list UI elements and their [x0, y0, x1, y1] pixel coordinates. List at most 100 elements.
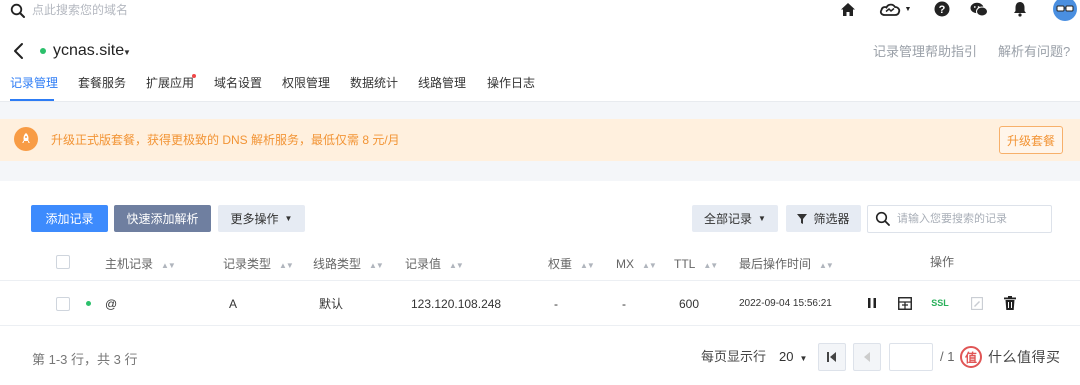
- per-page-select[interactable]: 20 ▼: [779, 349, 807, 367]
- col-type-label: 记录类型: [223, 257, 272, 271]
- col-type[interactable]: 记录类型 ▲▼: [223, 257, 294, 273]
- ssl-button[interactable]: SSL: [930, 295, 950, 311]
- domain-header: ycnas.site ▼ 记录管理帮助指引 解析有问题? 记录管理 套餐服务 扩…: [0, 22, 1080, 102]
- record-search-input[interactable]: [897, 211, 1047, 227]
- cloud-menu[interactable]: ▼: [877, 0, 913, 18]
- pause-icon[interactable]: [866, 295, 878, 311]
- quick-add-button[interactable]: 快速添加解析: [114, 205, 211, 232]
- filter-icon: [797, 213, 808, 224]
- all-records-dropdown[interactable]: 全部记录 ▼: [692, 205, 778, 232]
- avatar[interactable]: [1052, 0, 1078, 22]
- col-ttl-label: TTL: [674, 257, 696, 271]
- back-arrow-icon[interactable]: [12, 42, 26, 60]
- resolve-issue-link[interactable]: 解析有问题?: [998, 44, 1070, 60]
- upgrade-banner: 升级正式版套餐，获得更极致的 DNS 解析服务，最低仅需 8 元/月 升级套餐: [0, 119, 1080, 161]
- sort-icon: ▲▼: [449, 261, 464, 270]
- col-last-op[interactable]: 最后操作时间 ▲▼: [739, 257, 834, 273]
- domain-switch-caret-icon[interactable]: ▼: [123, 48, 131, 57]
- cell-value[interactable]: 123.120.108.248: [411, 297, 501, 311]
- sort-icon: ▲▼: [703, 261, 718, 270]
- domain-name[interactable]: ycnas.site: [53, 42, 124, 60]
- active-tab-indicator: [10, 99, 54, 101]
- select-all-checkbox[interactable]: [56, 255, 70, 269]
- table-header: 主机记录 ▲▼ 记录类型 ▲▼ 线路类型 ▲▼ 记录值 ▲▼ 权重 ▲▼ MX ▲▼ TTL…: [0, 245, 1080, 281]
- col-last-op-label: 最后操作时间: [739, 257, 812, 271]
- help-guide-link[interactable]: 记录管理帮助指引: [873, 44, 977, 60]
- tab-domain-settings[interactable]: 域名设置: [214, 76, 262, 90]
- tab-line-management[interactable]: 线路管理: [418, 76, 466, 90]
- domain-search-input[interactable]: 点此搜索您的域名: [32, 3, 128, 17]
- col-actions: 操作: [930, 255, 955, 269]
- col-line[interactable]: 线路类型 ▲▼: [313, 257, 384, 273]
- edit-disabled-icon: [970, 295, 984, 311]
- home-icon[interactable]: [838, 0, 858, 18]
- prev-page-icon: [864, 352, 870, 362]
- chevron-down-icon: ▼: [284, 214, 293, 223]
- upgrade-plan-button[interactable]: 升级套餐: [999, 126, 1063, 154]
- col-line-label: 线路类型: [313, 257, 362, 271]
- col-value[interactable]: 记录值 ▲▼: [405, 257, 464, 273]
- more-actions-button[interactable]: 更多操作 ▼: [218, 205, 305, 232]
- search-icon[interactable]: [10, 3, 26, 19]
- page-number-input[interactable]: [889, 343, 933, 371]
- col-mx-label: MX: [616, 257, 634, 271]
- cell-line[interactable]: 默认: [319, 297, 343, 311]
- records-panel: 添加记录 快速添加解析 更多操作 ▼ 全部记录 ▼ 筛选器 主机记录 ▲▼ 记录类型 ▲…: [0, 181, 1080, 385]
- first-page-icon: [827, 352, 836, 362]
- per-page-label: 每页显示行: [701, 349, 767, 364]
- sort-icon: ▲▼: [161, 261, 176, 270]
- cell-type[interactable]: A: [229, 297, 237, 311]
- cell-host[interactable]: @: [105, 297, 117, 311]
- col-host[interactable]: 主机记录 ▲▼: [105, 257, 176, 273]
- sort-icon: ▲▼: [819, 261, 834, 270]
- svg-text:?: ?: [939, 4, 946, 16]
- watermark-text: 什么值得买: [988, 349, 1061, 365]
- tab-operation-log[interactable]: 操作日志: [487, 76, 535, 90]
- cloud-icon: [879, 3, 900, 16]
- tab-record-management[interactable]: 记录管理: [10, 76, 58, 90]
- chevron-down-icon: ▼: [758, 214, 766, 223]
- wechat-icon[interactable]: [969, 0, 989, 18]
- sort-icon: ▲▼: [580, 261, 595, 270]
- watermark: 值 什么值得买: [960, 345, 1076, 369]
- top-bar: 点此搜索您的域名 ▼ ?: [0, 0, 1080, 22]
- per-page-value: 20: [779, 349, 794, 364]
- col-weight-label: 权重: [548, 257, 573, 271]
- first-page-button[interactable]: [818, 343, 846, 371]
- record-search-box: [867, 205, 1052, 233]
- table-row: @ A 默认 123.120.108.248 - - 600 2022-09-0…: [0, 282, 1080, 326]
- watermark-logo-icon: 值: [960, 346, 982, 368]
- col-weight[interactable]: 权重 ▲▼: [548, 257, 595, 273]
- row-checkbox[interactable]: [56, 297, 70, 311]
- col-ttl[interactable]: TTL ▲▼: [674, 257, 718, 273]
- chevron-down-icon: ▼: [904, 5, 912, 13]
- extensions-new-badge: [192, 74, 196, 78]
- delete-icon[interactable]: [1003, 295, 1017, 311]
- prev-page-button[interactable]: [853, 343, 881, 371]
- total-pages: / 1: [940, 349, 955, 364]
- more-actions-label: 更多操作: [230, 212, 279, 226]
- bell-icon[interactable]: [1011, 0, 1029, 18]
- tab-permissions[interactable]: 权限管理: [282, 76, 330, 90]
- cell-weight: -: [554, 297, 558, 311]
- sort-icon: ▲▼: [369, 261, 384, 270]
- all-records-label: 全部记录: [704, 212, 753, 226]
- col-value-label: 记录值: [405, 257, 442, 271]
- rocket-icon: [14, 127, 38, 151]
- domain-status-dot: [40, 48, 46, 54]
- tab-extensions[interactable]: 扩展应用: [146, 76, 194, 90]
- filter-button[interactable]: 筛选器: [786, 205, 861, 232]
- chevron-down-icon: ▼: [799, 354, 808, 363]
- help-icon[interactable]: ?: [933, 0, 951, 18]
- record-enabled-dot: [86, 301, 91, 306]
- pagination-summary: 第 1-3 行，共 3 行: [32, 352, 138, 367]
- col-mx[interactable]: MX ▲▼: [616, 257, 657, 273]
- cell-mx: -: [622, 297, 626, 311]
- tab-statistics[interactable]: 数据统计: [350, 76, 398, 90]
- col-host-label: 主机记录: [105, 257, 154, 271]
- add-record-button[interactable]: 添加记录: [31, 205, 108, 232]
- cell-last-op: 2022-09-04 15:56:21: [739, 298, 832, 309]
- remark-icon[interactable]: [897, 295, 913, 311]
- cell-ttl[interactable]: 600: [679, 297, 699, 311]
- tab-plan-services[interactable]: 套餐服务: [78, 76, 126, 90]
